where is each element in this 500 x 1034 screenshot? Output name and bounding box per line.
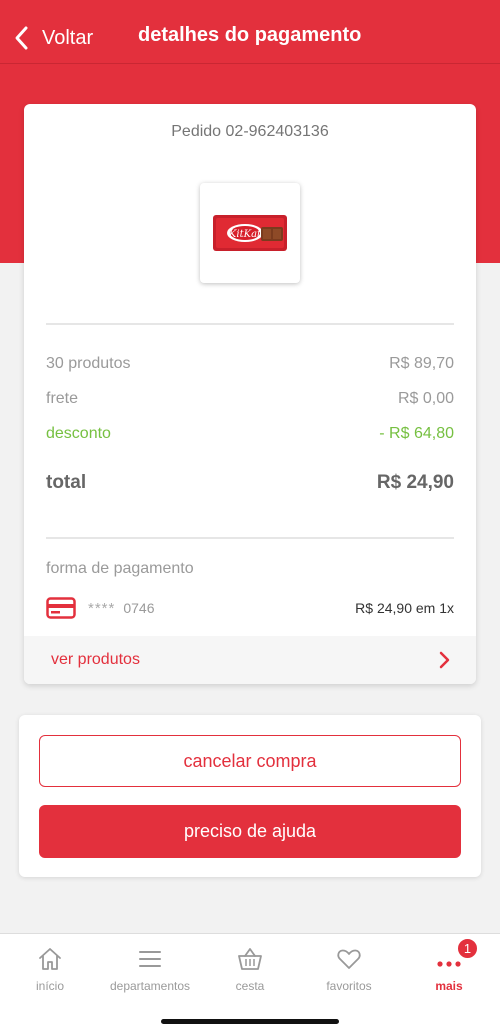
tab-basket[interactable]: cesta [200,934,300,1004]
see-products-label: ver produtos [51,651,140,668]
tab-basket-label: cesta [235,979,265,993]
product-brand-text: KitKat [228,229,262,240]
notification-badge: 1 [456,937,479,960]
order-id: Pedido 02-962403136 [171,123,329,140]
total-row: total R$ 24,90 [46,472,454,494]
cancel-purchase-button[interactable]: cancelar compra [39,735,461,787]
discount-row: desconto - R$ 64,80 [46,425,454,443]
products-value: R$ 89,70 [389,355,454,372]
tab-home-label: início [35,979,64,993]
tab-favorites[interactable]: favoritos [299,934,399,1004]
products-row: 30 produtos R$ 89,70 [46,355,454,373]
kitkat-product-image: KitKat [213,215,287,251]
credit-card-icon [46,597,76,619]
discount-label: desconto [46,425,111,442]
tab-more-label: mais [435,979,463,993]
tab-departments-label: departamentos [109,979,191,993]
total-label: total [46,472,87,493]
total-value: R$ 24,90 [376,472,454,493]
tab-home[interactable]: início [0,934,100,1004]
need-help-button[interactable]: preciso de ajuda [39,805,461,858]
see-products-link[interactable]: ver produtos [24,636,476,684]
payment-method-label: forma de pagamento [46,560,194,577]
divider [46,537,454,539]
shipping-label: frete [46,390,79,407]
discount-value: - R$ 64,80 [379,425,454,442]
order-card: Pedido 02-962403136 KitKat 30 produtos R… [24,104,476,684]
back-button[interactable]: Voltar [12,20,93,56]
divider [46,323,454,325]
product-thumbnail[interactable]: KitKat [200,183,300,283]
card-last-digits: 0746 [123,600,155,616]
basket-icon [238,948,262,970]
shipping-row: frete R$ 0,00 [46,390,454,408]
heart-icon [337,949,361,969]
products-label: 30 produtos [46,355,131,372]
tab-favorites-label: favoritos [326,979,372,993]
menu-icon [139,951,161,967]
payment-method-row: **** 0746 R$ 24,90 em 1x [46,596,454,620]
shipping-value: R$ 0,00 [397,390,454,407]
chevron-right-icon [439,651,450,669]
home-indicator [161,1019,339,1024]
actions-card: cancelar compra preciso de ajuda [19,715,481,877]
back-label: Voltar [42,26,94,49]
tab-more[interactable]: mais 1 [399,934,499,1004]
chevron-left-icon [15,26,28,50]
top-bar: Voltar detalhes do pagamento [0,0,500,64]
page-title: detalhes do pagamento [138,24,362,46]
card-mask: **** [88,599,116,617]
payment-amount: R$ 24,90 em 1x [355,600,454,616]
tab-departments[interactable]: departamentos [100,934,200,1004]
home-icon [39,948,61,970]
